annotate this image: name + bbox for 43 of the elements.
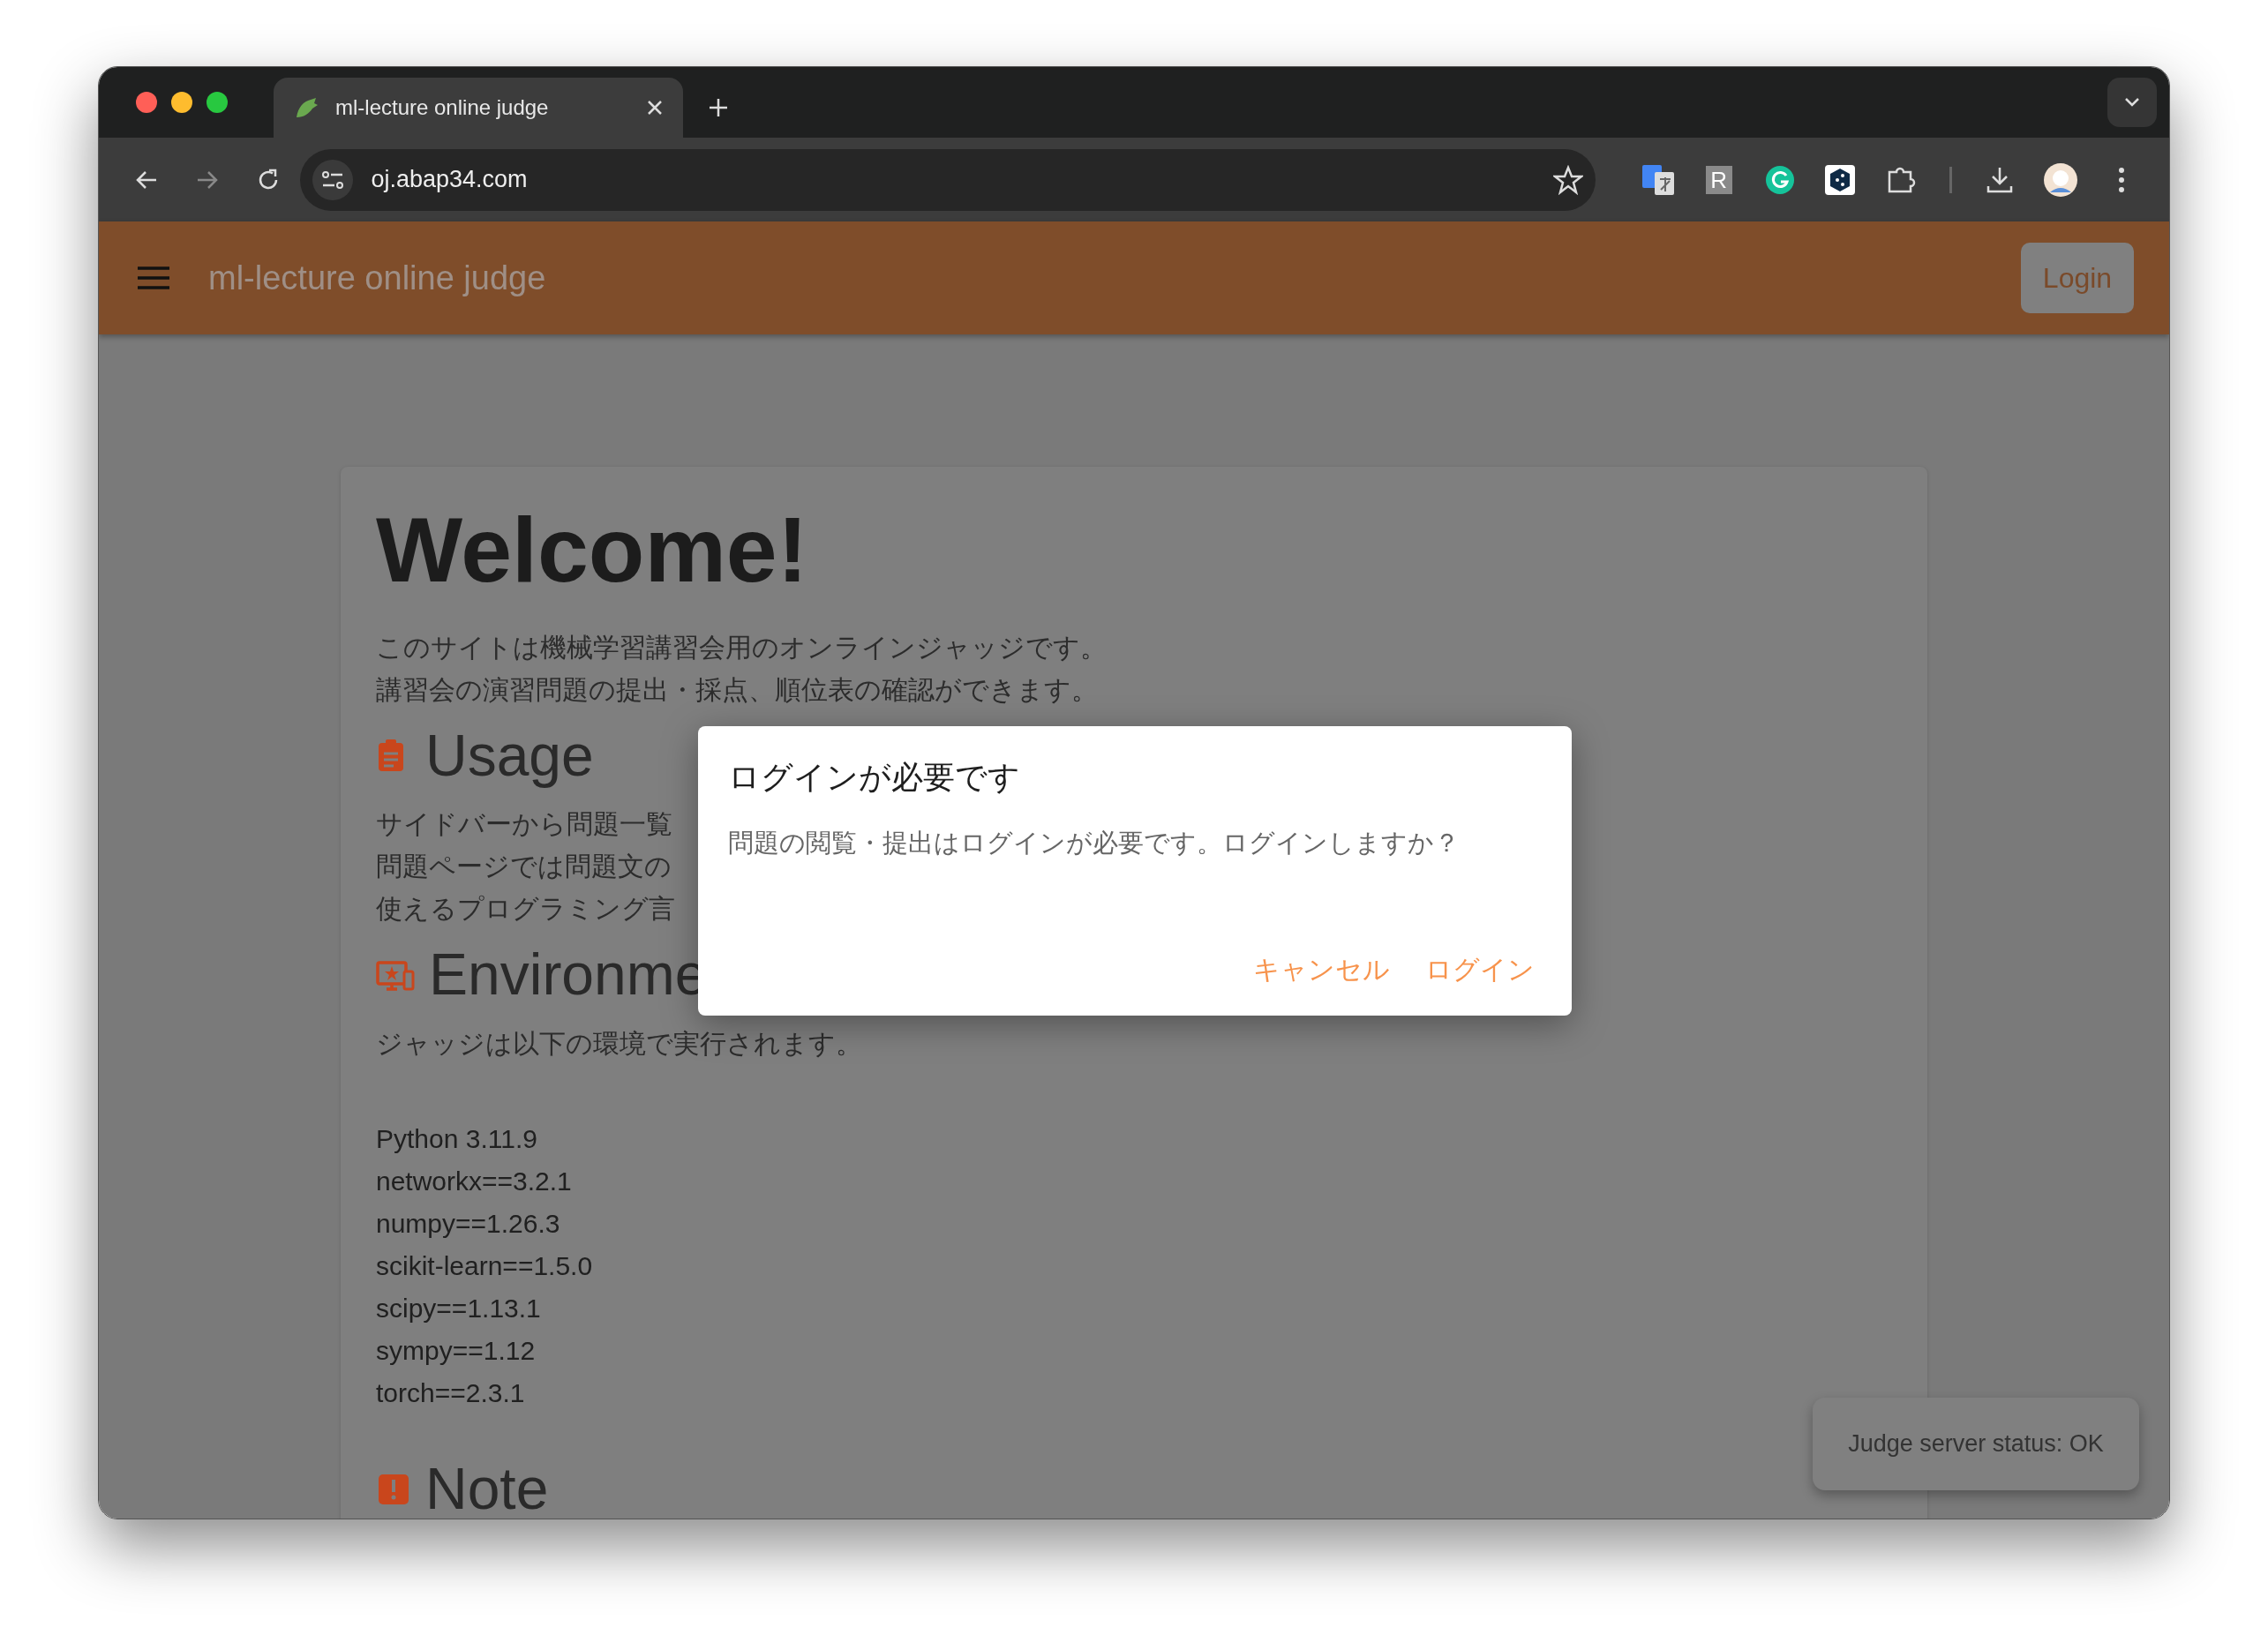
package-version: scikit-learn==1.5.0 bbox=[376, 1250, 593, 1282]
section-heading: Usage bbox=[425, 723, 594, 788]
section-text: 問題ページでは問題文の bbox=[376, 851, 672, 883]
app-title: ml-lecture online judge bbox=[208, 258, 546, 298]
site-settings-icon[interactable] bbox=[321, 169, 345, 190]
section-heading: Environme bbox=[429, 942, 708, 1007]
bookmark-star-icon[interactable] bbox=[1553, 164, 1584, 195]
welcome-heading: Welcome! bbox=[376, 498, 809, 603]
section-text: ジャッジは以下の環境で実行されます。 bbox=[376, 1028, 862, 1060]
circle-extension-icon[interactable] bbox=[1764, 164, 1795, 195]
close-window-button[interactable] bbox=[136, 92, 157, 113]
package-version: numpy==1.26.3 bbox=[376, 1208, 560, 1240]
package-version: Python 3.11.9 bbox=[376, 1123, 537, 1155]
browser-tab[interactable]: ml-lecture online judge bbox=[274, 78, 683, 138]
section-text: 使えるプログラミング言 bbox=[376, 893, 675, 926]
tab-title: ml-lecture online judge bbox=[335, 94, 550, 121]
chevron-down-icon bbox=[2124, 97, 2140, 108]
menu-icon[interactable] bbox=[138, 266, 169, 290]
extension-icon[interactable]: R bbox=[1705, 165, 1732, 194]
intro-text: このサイトは機械学習講習会用のオンラインジャッジです。 bbox=[376, 631, 1107, 664]
intro-text: 講習会の演習問題の提出・採点、順位表の確認ができます。 bbox=[376, 673, 1098, 706]
section-text: サイドバーから問題一覧 bbox=[376, 808, 672, 841]
translate-icon[interactable] bbox=[1641, 164, 1674, 195]
login-confirm-button[interactable]: ログイン bbox=[1418, 946, 1542, 993]
package-version: scipy==1.13.1 bbox=[376, 1293, 541, 1324]
dialog-message: 問題の閲覧・提出はログインが必要です。ログインしますか？ bbox=[728, 828, 1461, 859]
package-version: torch==2.3.1 bbox=[376, 1377, 525, 1409]
section-heading: Note bbox=[425, 1457, 549, 1519]
new-tab-icon[interactable] bbox=[708, 97, 729, 118]
tab-list-button[interactable] bbox=[2107, 78, 2157, 127]
package-version: networkx==3.2.1 bbox=[376, 1166, 572, 1197]
login-button[interactable]: Login bbox=[2021, 243, 2134, 313]
package-version: sympy==1.12 bbox=[376, 1335, 536, 1367]
close-icon[interactable] bbox=[646, 99, 664, 116]
hexagon-extension-icon[interactable] bbox=[1825, 164, 1856, 195]
avatar-icon[interactable] bbox=[2042, 161, 2078, 198]
minimize-window-button[interactable] bbox=[171, 92, 192, 113]
dialog-title: ログインが必要です bbox=[728, 758, 1021, 797]
cancel-button[interactable]: キャンセル bbox=[1246, 946, 1397, 993]
maximize-window-button[interactable] bbox=[207, 92, 228, 113]
url-text: oj.abap34.com bbox=[371, 165, 529, 195]
status-toast: Judge server status: OK bbox=[1813, 1398, 2139, 1490]
address-bar[interactable]: oj.abap34.com bbox=[300, 148, 1596, 211]
